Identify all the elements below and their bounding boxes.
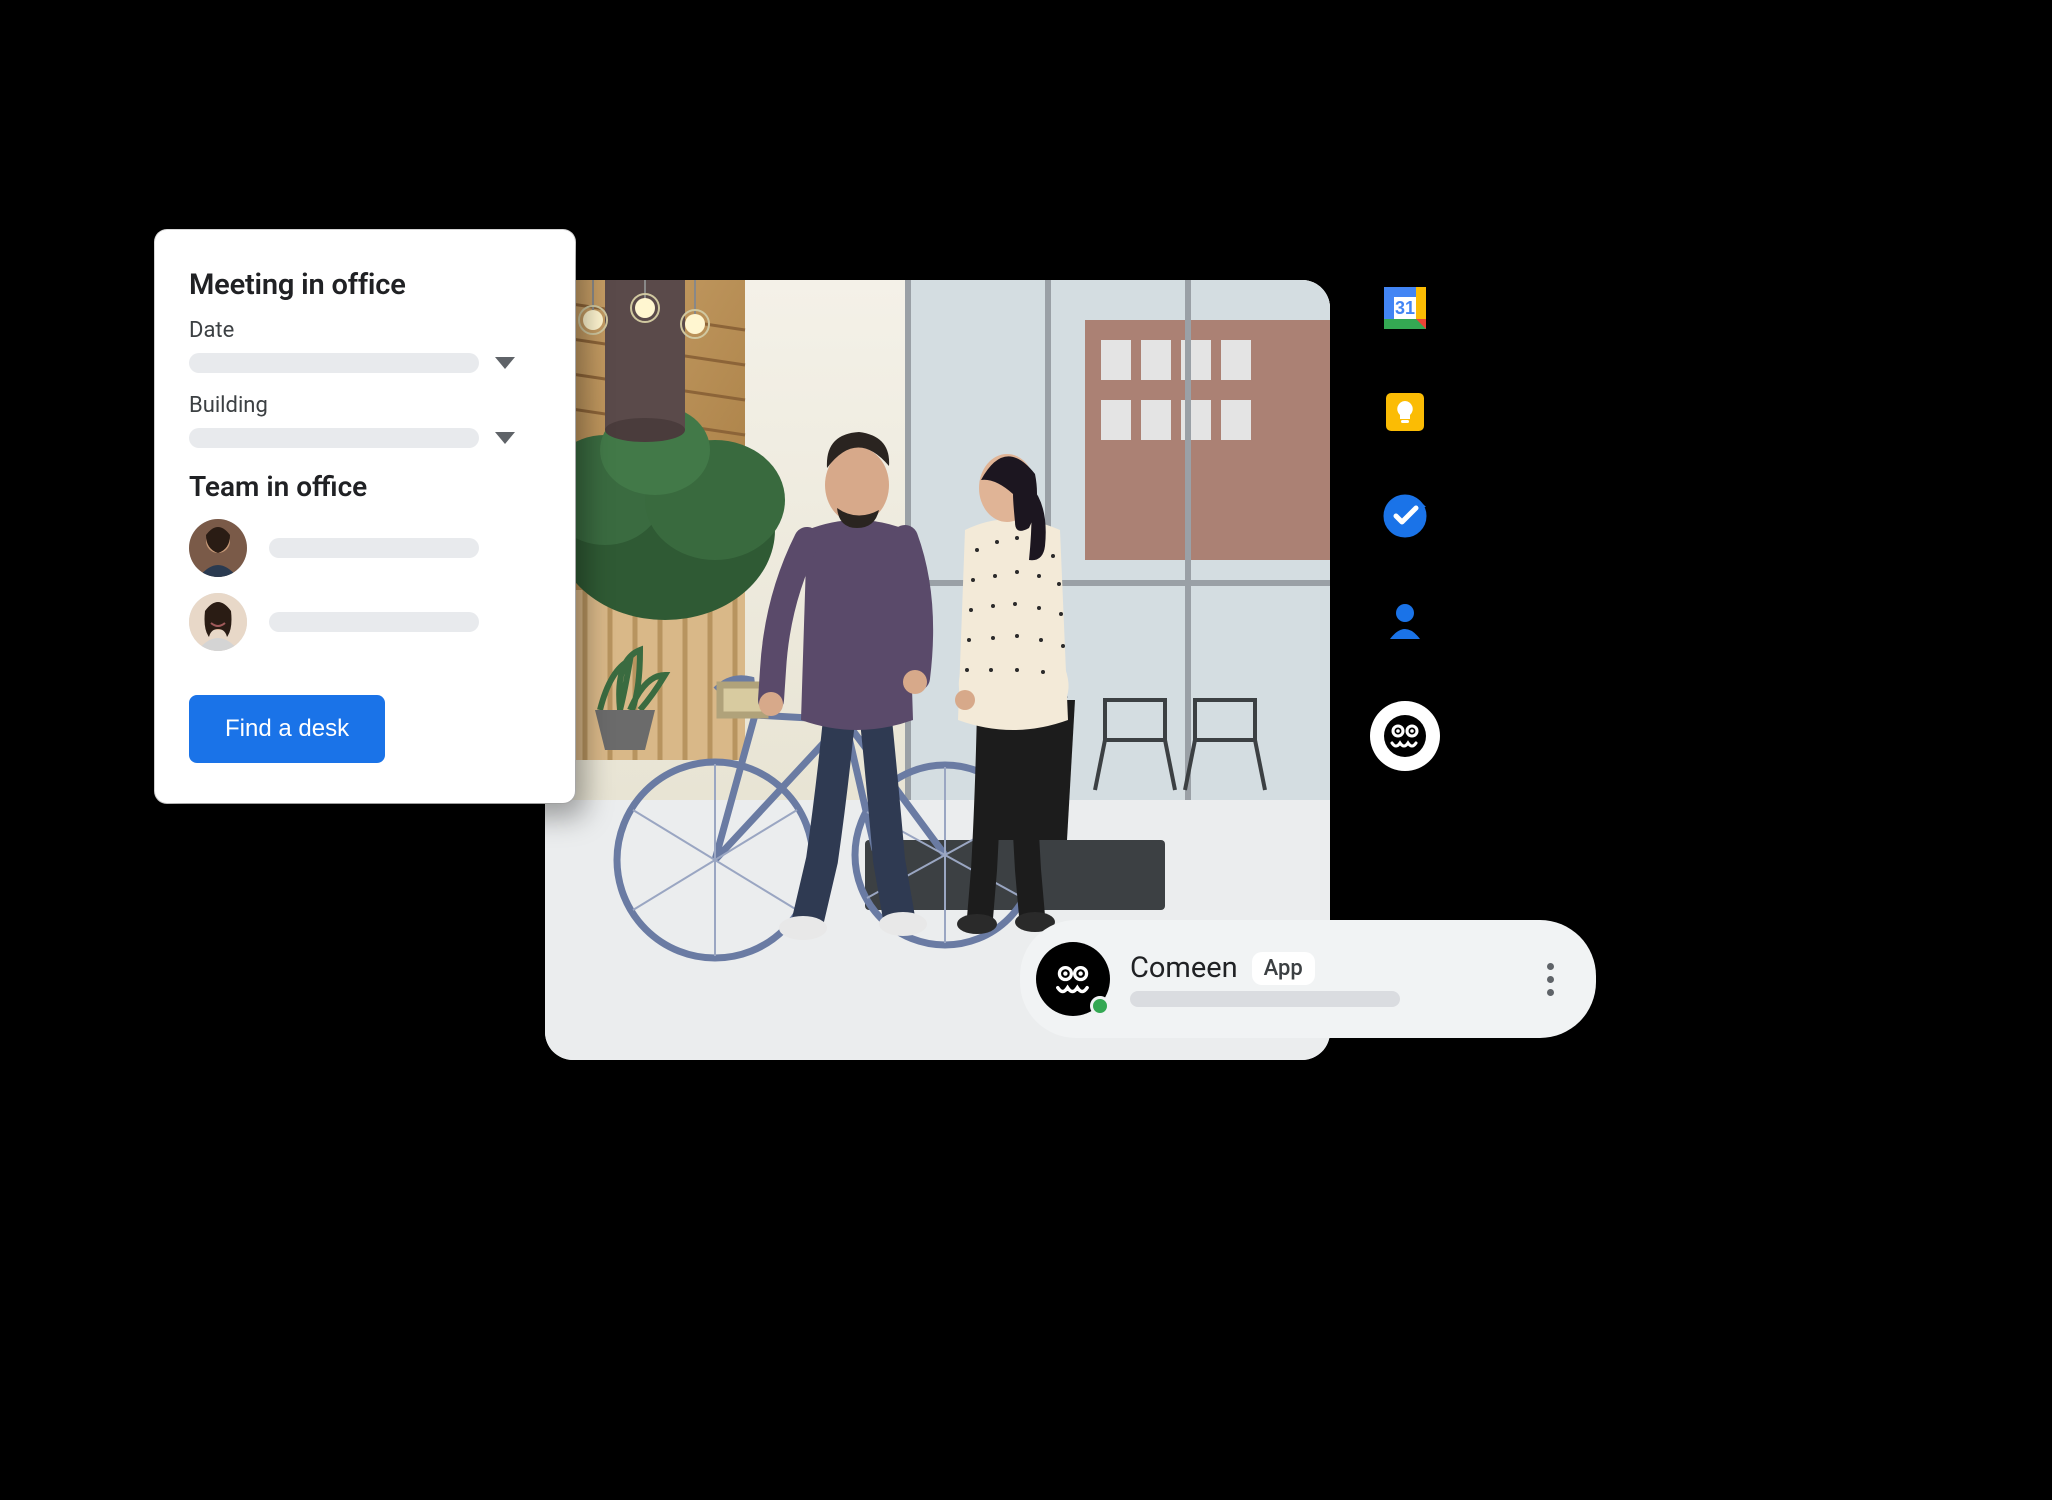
find-desk-button[interactable]: Find a desk: [189, 695, 385, 763]
side-panel-rail: 31: [1370, 285, 1440, 771]
building-label: Building: [189, 393, 541, 418]
date-value-placeholder: [189, 353, 479, 373]
avatar: [189, 519, 247, 577]
chat-app-avatar: [1036, 942, 1110, 1016]
chat-app-chip[interactable]: Comeen App: [1020, 920, 1596, 1038]
meeting-card: Meeting in office Date Building Team in …: [155, 230, 575, 803]
date-dropdown[interactable]: [189, 353, 541, 373]
chat-app-info: Comeen App: [1130, 951, 1519, 1007]
keep-icon[interactable]: [1382, 389, 1428, 435]
building-value-placeholder: [189, 428, 479, 448]
team-row: [189, 593, 541, 651]
contacts-icon[interactable]: [1382, 597, 1428, 643]
chevron-down-icon: [495, 432, 515, 444]
team-name-placeholder: [269, 612, 479, 632]
avatar: [189, 593, 247, 651]
presence-indicator: [1090, 996, 1110, 1016]
team-row: [189, 519, 541, 577]
chevron-down-icon: [495, 357, 515, 369]
team-name-placeholder: [269, 538, 479, 558]
comeen-icon[interactable]: [1370, 701, 1440, 771]
chat-app-name: Comeen: [1130, 951, 1238, 985]
more-menu-icon[interactable]: [1539, 955, 1562, 1004]
calendar-icon[interactable]: 31: [1382, 285, 1428, 331]
card-title: Meeting in office: [189, 268, 541, 302]
app-badge: App: [1252, 952, 1315, 985]
svg-text:31: 31: [1395, 298, 1415, 318]
building-dropdown[interactable]: [189, 428, 541, 448]
date-label: Date: [189, 318, 541, 343]
chat-preview-placeholder: [1130, 991, 1400, 1007]
tasks-icon[interactable]: [1382, 493, 1428, 539]
team-heading: Team in office: [189, 470, 541, 503]
